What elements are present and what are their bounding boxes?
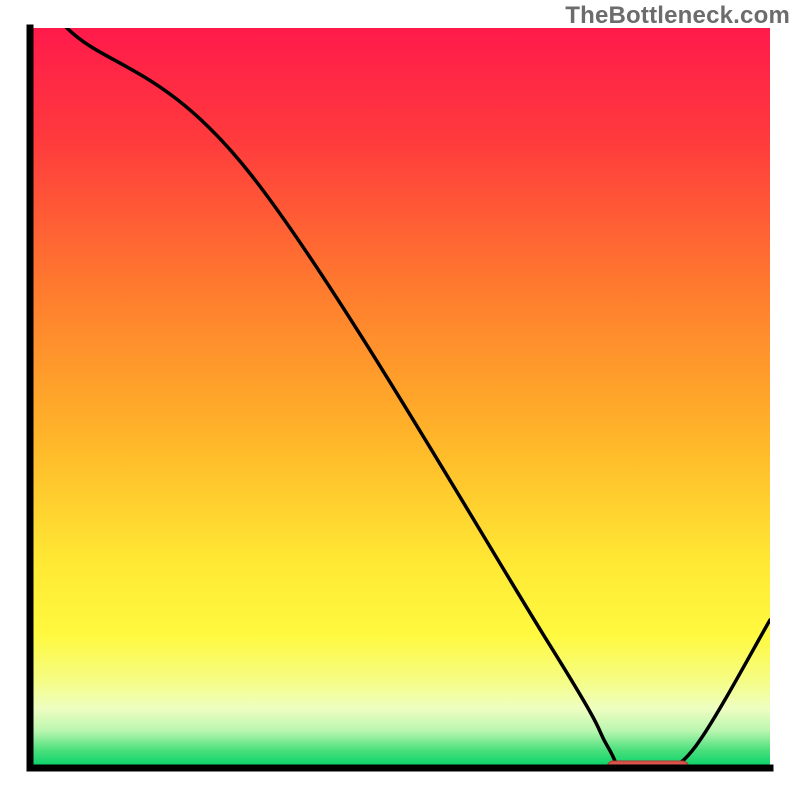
chart-container: TheBottleneck.com	[0, 0, 800, 800]
chart-svg	[0, 0, 800, 800]
